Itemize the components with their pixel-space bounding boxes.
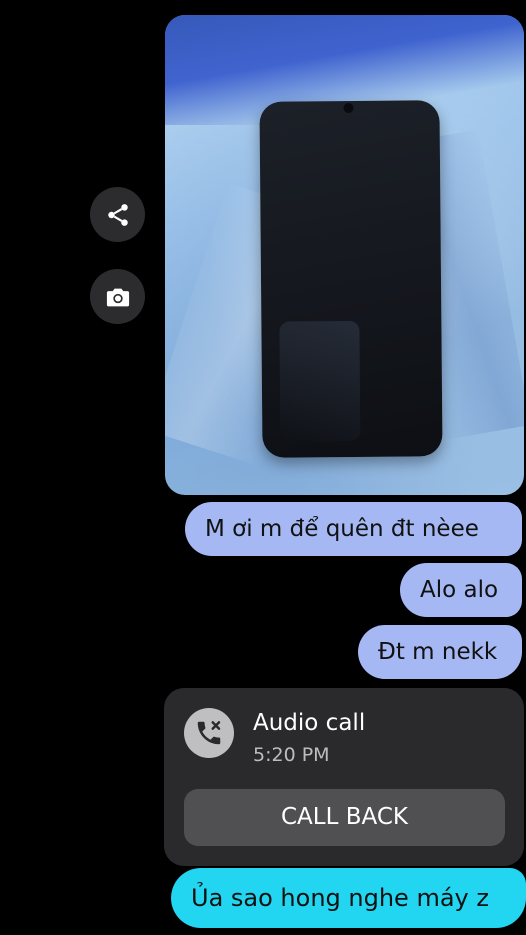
message-bubble[interactable]: Đt m nekk xyxy=(358,625,522,679)
attached-photo[interactable] xyxy=(165,15,524,495)
message-bubble-latest[interactable]: Ủa sao hong nghe máy z xyxy=(171,868,526,928)
call-title: Audio call xyxy=(253,710,366,736)
audio-call-card: Audio call 5:20 PM CALL BACK xyxy=(164,688,524,866)
message-bubble[interactable]: Alo alo xyxy=(400,563,522,617)
camera-icon xyxy=(106,288,129,306)
call-back-button[interactable]: CALL BACK xyxy=(184,789,505,846)
call-time: 5:20 PM xyxy=(253,744,330,766)
share-icon xyxy=(107,203,128,226)
phone-camera-notch xyxy=(343,102,354,114)
phone-reflection xyxy=(279,320,361,442)
phone-in-photo xyxy=(259,100,443,458)
message-bubble[interactable]: M ơi m để quên đt nèee xyxy=(185,502,522,556)
missed-call-icon xyxy=(184,708,234,758)
share-button[interactable] xyxy=(90,187,145,242)
camera-button[interactable] xyxy=(90,269,145,324)
